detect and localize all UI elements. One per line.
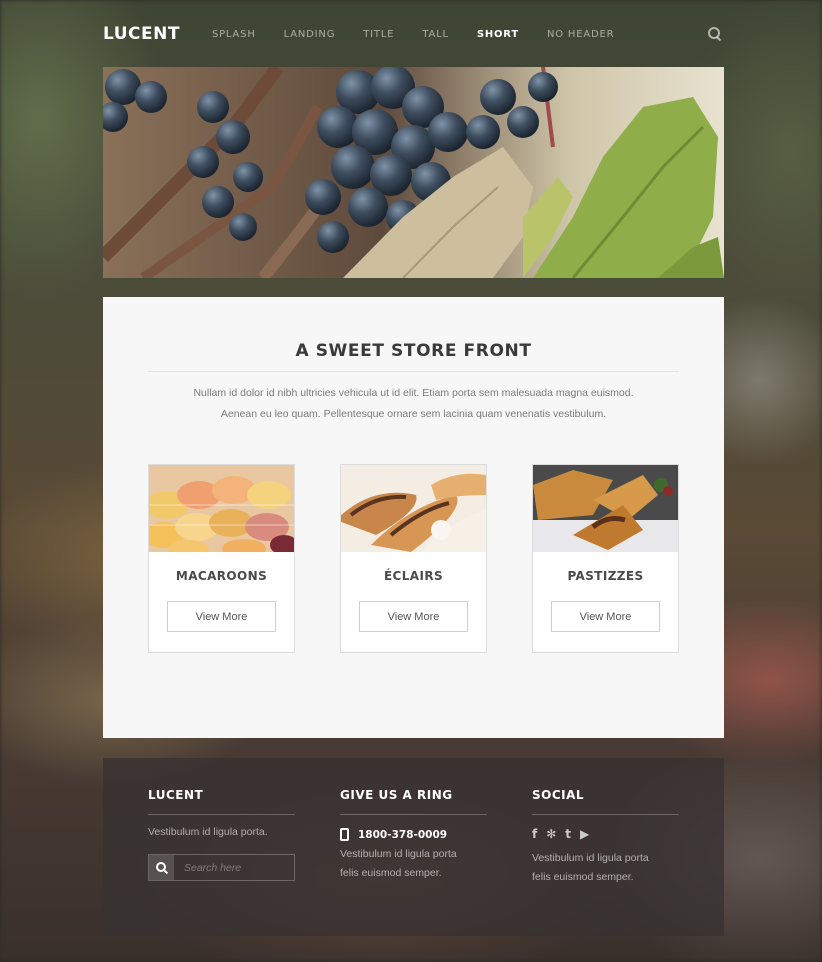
view-more-button[interactable]: View More [167,601,276,632]
nav-item-short[interactable]: SHORT [463,29,533,40]
pastizzes-image [533,465,678,552]
eclairs-image [341,465,486,552]
footer-divider [148,814,295,815]
footer-text-line-1: Vestibulum id ligula porta [532,852,649,864]
phone-icon [340,828,349,841]
nav-item-landing[interactable]: LANDING [270,29,350,40]
card-title: ÉCLAIRS [383,569,444,583]
search-icon[interactable] [149,855,174,880]
yelp-icon[interactable]: ✻ [546,827,556,841]
intro-line-1: Nullam id dolor id nibh ultricies vehicu… [193,387,634,399]
search-icon[interactable] [708,27,722,41]
footer-search-input[interactable] [174,855,294,880]
hero-image [103,67,724,278]
card-title: PASTIZZES [567,569,644,583]
footer-text-line-1: Vestibulum id ligula porta [340,848,457,860]
title-divider [148,371,679,372]
footer-heading: GIVE US A RING [340,788,453,802]
nav-item-title[interactable]: TITLE [349,29,408,40]
page-title: A SWEET STORE FRONT [295,341,532,361]
footer-text: Vestibulum id ligula porta. [148,826,268,838]
intro-line-2: Aenean eu leo quam. Pellentesque ornare … [220,408,607,420]
macaroons-image [149,465,294,552]
footer-divider [340,814,487,815]
view-more-button[interactable]: View More [551,601,660,632]
footer-text-line-2: felis euismod semper. [340,867,442,879]
phone-row: 1800-378-0009 [340,828,487,841]
nav-item-no-header[interactable]: NO HEADER [533,29,628,40]
phone-number[interactable]: 1800-378-0009 [358,829,447,841]
footer-heading: SOCIAL [532,788,585,802]
site-logo[interactable]: LUCENT [103,24,180,44]
nav-item-tall[interactable]: TALL [408,29,463,40]
footer-text: Vestibulum id ligula porta felis euismod… [340,845,487,883]
footer-text: Vestibulum id ligula porta felis euismod… [532,849,679,887]
footer-col-brand: LUCENT Vestibulum id ligula porta. [148,788,295,881]
footer-heading: LUCENT [148,788,204,802]
footer: LUCENT Vestibulum id ligula porta. GIVE … [103,758,724,936]
footer-divider [532,814,679,815]
top-navigation: LUCENT SPLASH LANDING TITLE TALL SHORT N… [103,16,724,52]
product-card-pastizzes: PASTIZZES View More [532,464,679,653]
footer-text-line-2: felis euismod semper. [532,871,634,883]
footer-col-social: SOCIAL f ✻ t ▶ Vestibulum id ligula port… [532,788,679,887]
product-card-macaroons: MACAROONS View More [148,464,295,653]
facebook-icon[interactable]: f [532,827,537,841]
view-more-button[interactable]: View More [359,601,468,632]
product-card-eclairs: ÉCLAIRS View More [340,464,487,653]
social-links: f ✻ t ▶ [532,827,679,841]
footer-search [148,854,295,881]
nav-menu: SPLASH LANDING TITLE TALL SHORT NO HEADE… [198,29,628,40]
youtube-icon[interactable]: ▶ [580,827,589,841]
content-panel: A SWEET STORE FRONT Nullam id dolor id n… [103,297,724,738]
nav-item-splash[interactable]: SPLASH [198,29,270,40]
twitter-icon[interactable]: t [565,827,571,841]
card-title: MACAROONS [175,569,268,583]
footer-col-contact: GIVE US A RING 1800-378-0009 Vestibulum … [340,788,487,883]
intro-text: Nullam id dolor id nibh ultricies vehicu… [143,383,684,425]
